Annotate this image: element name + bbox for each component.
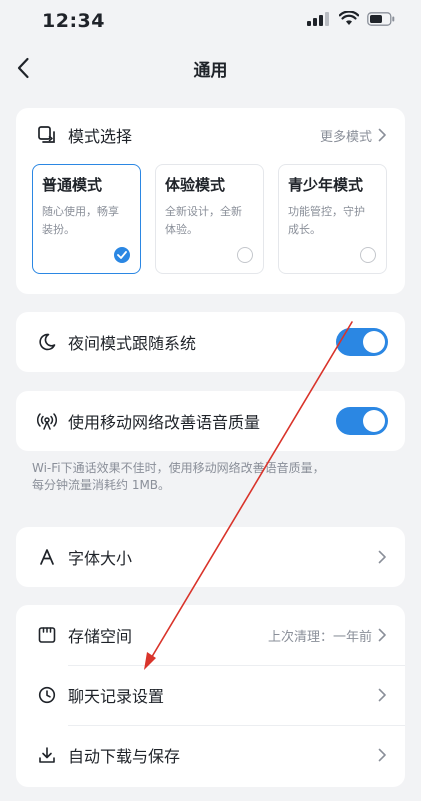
storage-row[interactable]: 存储空间 上次清理：一年前 bbox=[16, 605, 405, 665]
mode-selection-title: 模式选择 bbox=[68, 127, 133, 146]
night-mode-label: 夜间模式跟随系统 bbox=[68, 334, 197, 353]
storage-icon bbox=[36, 624, 58, 646]
cellular-signal-icon bbox=[307, 11, 329, 26]
mobile-voice-row: 使用移动网络改善语音质量 bbox=[16, 391, 405, 451]
chat-history-row[interactable]: 聊天记录设置 bbox=[16, 665, 405, 725]
page-title: 通用 bbox=[193, 61, 228, 81]
font-icon bbox=[36, 546, 58, 568]
font-size-row[interactable]: 字体大小 bbox=[16, 527, 405, 587]
font-size-card[interactable]: 字体大小 bbox=[16, 527, 405, 587]
mode-option-normal[interactable]: 普通模式 随心使用，畅享 装扮。 bbox=[32, 164, 141, 274]
toggle-knob bbox=[363, 410, 385, 432]
more-modes-label: 更多模式 bbox=[319, 129, 372, 145]
hint-line: Wi-Fi下通话效果不佳时，使用移动网络改善语音质量， bbox=[32, 461, 325, 475]
status-time: 12:34 bbox=[42, 10, 105, 32]
mode-option-title: 普通模式 bbox=[42, 176, 103, 194]
mode-switch-icon bbox=[36, 124, 58, 146]
mode-option-desc-line: 功能管控，守护 bbox=[288, 205, 365, 218]
mode-option-desc-line: 成长。 bbox=[288, 223, 321, 236]
night-mode-row: 夜间模式跟随系统 bbox=[16, 312, 405, 372]
battery-icon bbox=[367, 11, 395, 26]
mode-option-desc: 全新设计，全新 体验。 bbox=[165, 203, 254, 239]
download-icon bbox=[36, 744, 58, 766]
status-icons bbox=[307, 11, 395, 26]
chat-history-chevron bbox=[378, 688, 387, 702]
toggle-knob bbox=[363, 331, 385, 353]
mode-option-teen[interactable]: 青少年模式 功能管控，守护 成长。 bbox=[278, 164, 387, 274]
check-icon bbox=[117, 251, 127, 259]
hint-line: 每分钟流量消耗约 1MB。 bbox=[32, 478, 171, 492]
auto-download-row[interactable]: 自动下载与保存 bbox=[16, 725, 405, 785]
storage-last-cleaned: 上次清理：一年前 bbox=[267, 629, 372, 645]
mobile-voice-hint: Wi-Fi下通话效果不佳时，使用移动网络改善语音质量， 每分钟流量消耗约 1MB… bbox=[32, 460, 394, 494]
mode-option-desc: 随心使用，畅享 装扮。 bbox=[42, 203, 131, 239]
night-mode-card: 夜间模式跟随系统 bbox=[16, 312, 405, 372]
mode-option-title: 青少年模式 bbox=[288, 176, 364, 194]
auto-download-label: 自动下载与保存 bbox=[68, 747, 181, 766]
mode-option-desc-line: 随心使用，畅享 bbox=[42, 205, 119, 218]
storage-info: 上次清理：一年前 bbox=[268, 626, 387, 645]
nav-bar: 通用 bbox=[0, 40, 421, 98]
mode-option-title: 体验模式 bbox=[165, 176, 226, 194]
mobile-voice-toggle[interactable] bbox=[336, 407, 388, 435]
chevron-right-icon bbox=[378, 128, 386, 142]
chevron-right-icon bbox=[378, 748, 386, 762]
radio-unchecked[interactable] bbox=[237, 247, 253, 263]
chevron-right-icon bbox=[378, 628, 386, 642]
wifi-icon bbox=[339, 11, 359, 25]
radio-unchecked[interactable] bbox=[360, 247, 376, 263]
mode-options: 普通模式 随心使用，畅享 装扮。 体验模式 全新设计，全新 体验。 青少年模式 … bbox=[32, 164, 387, 274]
font-size-label: 字体大小 bbox=[68, 549, 133, 568]
clock-icon bbox=[36, 684, 58, 706]
storage-label: 存储空间 bbox=[68, 627, 133, 646]
mode-option-desc-line: 全新设计，全新 bbox=[165, 205, 242, 218]
moon-icon bbox=[36, 331, 58, 353]
mode-option-experience[interactable]: 体验模式 全新设计，全新 体验。 bbox=[155, 164, 264, 274]
chevron-right-icon bbox=[378, 550, 386, 564]
mode-selection-card: 模式选择 更多模式 普通模式 随心使用，畅享 装扮。 体验模式 全新设计，全新 bbox=[16, 108, 405, 294]
night-mode-toggle[interactable] bbox=[336, 328, 388, 356]
mode-option-desc-line: 体验。 bbox=[165, 223, 198, 236]
font-size-chevron bbox=[378, 550, 387, 564]
mobile-voice-card: 使用移动网络改善语音质量 bbox=[16, 391, 405, 451]
chevron-right-icon bbox=[378, 688, 386, 702]
mode-option-desc: 功能管控，守护 成长。 bbox=[288, 203, 377, 239]
radio-checked[interactable] bbox=[114, 247, 130, 263]
auto-download-chevron bbox=[378, 748, 387, 762]
mobile-voice-label: 使用移动网络改善语音质量 bbox=[68, 413, 261, 432]
storage-card: 存储空间 上次清理：一年前 聊天记录设置 自动下载与保存 bbox=[16, 605, 405, 787]
mode-option-desc-line: 装扮。 bbox=[42, 223, 75, 236]
mode-selection-header: 模式选择 更多模式 bbox=[16, 108, 405, 162]
signal-icon bbox=[36, 410, 58, 432]
chat-history-label: 聊天记录设置 bbox=[68, 687, 165, 706]
more-modes-link[interactable]: 更多模式 bbox=[320, 126, 387, 145]
status-bar: 12:34 bbox=[0, 0, 421, 40]
